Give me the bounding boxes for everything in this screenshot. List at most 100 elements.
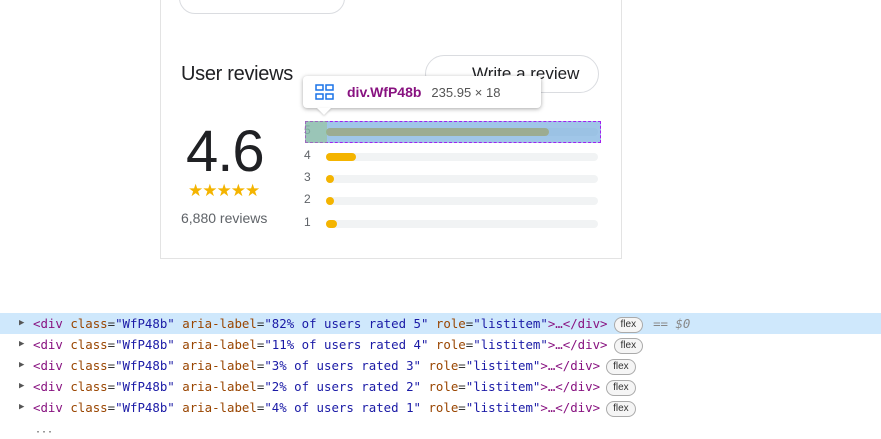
devtools-node-row[interactable]: ▶ <div class="WfP48b" aria-label="11% of … (0, 334, 881, 355)
devtools-tail: >…</div> (540, 358, 601, 373)
rating-bar-fill (326, 153, 356, 161)
devtools-val3: "listitem" (473, 337, 548, 352)
rating-bar-fill (326, 197, 334, 205)
inspector-tooltip: div.WfP48b 235.95 × 18 (303, 76, 541, 115)
devtools-attr1: class (70, 379, 108, 394)
devtools-attr2: aria-label (182, 400, 257, 415)
devtools-attr2: aria-label (182, 337, 257, 352)
expand-triangle-icon[interactable]: ▶ (19, 376, 24, 397)
devtools-separator: = (107, 358, 116, 373)
devtools-node-row[interactable]: ▶ <div class="WfP48b" aria-label="2% of u… (0, 376, 881, 397)
review-count: 6,880 reviews (181, 210, 268, 226)
grid-layout-icon (315, 84, 334, 100)
devtools-node-content: ▶ <div class="WfP48b" aria-label="4% of u… (19, 397, 636, 418)
rating-bar-row[interactable]: 3 (304, 170, 600, 185)
devtools-separator: = (458, 358, 466, 373)
devtools-attr3: role (435, 337, 466, 352)
average-rating: 4.6 (186, 119, 265, 184)
devtools-attr2: aria-label (182, 379, 257, 394)
rating-bar-label: 2 (304, 192, 311, 206)
devtools-separator: = (107, 400, 116, 415)
devtools-node-row[interactable]: ▶ <div class="WfP48b" aria-label="3% of u… (0, 355, 881, 376)
devtools-node-content: ▶ <div class="WfP48b" aria-label="2% of u… (19, 376, 636, 397)
rating-bar-track (326, 220, 598, 228)
devtools-elements-panel: ▶ <div class="WfP48b" aria-label="82% of … (0, 296, 881, 439)
devtools-attr1: class (70, 316, 108, 331)
inspector-padding-highlight (305, 121, 327, 143)
rating-bar-row[interactable]: 4 (304, 148, 600, 163)
devtools-tag-open: <div (33, 316, 63, 331)
flex-badge[interactable]: flex (606, 379, 636, 396)
devtools-attr3: role (428, 379, 459, 394)
devtools-tag-open: <div (33, 400, 63, 415)
inspector-highlight (305, 121, 601, 143)
devtools-separator: = (107, 337, 116, 352)
devtools-val1: "WfP48b" (115, 316, 175, 331)
devtools-separator: = (458, 400, 466, 415)
rating-bar-label: 3 (304, 170, 311, 184)
devtools-tail: >…</div> (547, 316, 608, 331)
expand-triangle-icon[interactable]: ▶ (19, 397, 24, 418)
devtools-attr3: role (428, 400, 459, 415)
devtools-val2: "82% of users rated 5" (264, 316, 429, 331)
devtools-val3: "listitem" (465, 358, 541, 373)
devtools-separator (428, 316, 435, 331)
devtools-val1: "WfP48b" (115, 358, 175, 373)
devtools-attr1: class (70, 400, 108, 415)
flex-badge[interactable]: flex (613, 337, 644, 354)
devtools-attr3: role (428, 358, 459, 373)
rating-bar-fill (326, 175, 335, 183)
rating-bar-track (326, 153, 598, 161)
rating-stars-icon: ★★★★★ (188, 181, 260, 200)
devtools-separator: = (107, 316, 116, 331)
inspector-element-size: 235.95 × 18 (431, 84, 501, 100)
devtools-val1: "WfP48b" (115, 400, 175, 415)
devtools-tail: >…</div> (540, 379, 601, 394)
previous-pill-button[interactable] (179, 0, 345, 14)
devtools-val3: "listitem" (473, 316, 548, 331)
devtools-attr2: aria-label (182, 316, 257, 331)
selected-node-marker: == $0 (653, 316, 691, 331)
expand-triangle-icon[interactable]: ▶ (19, 355, 24, 376)
devtools-tag-open: <div (33, 379, 63, 394)
devtools-attr1: class (70, 337, 108, 352)
rating-bar-row[interactable]: 1 (304, 215, 600, 230)
devtools-separator (428, 337, 435, 352)
devtools-separator: = (107, 379, 116, 394)
rating-bar-label: 4 (304, 148, 311, 162)
devtools-ellipsis: ··· (35, 427, 54, 438)
devtools-node-content: ▶ <div class="WfP48b" aria-label="3% of u… (19, 355, 636, 376)
devtools-attr3: role (435, 316, 466, 331)
devtools-attr2: aria-label (182, 358, 257, 373)
flex-badge[interactable]: flex (606, 358, 636, 375)
rating-bar-track (326, 175, 598, 183)
devtools-tail: >…</div> (540, 400, 601, 415)
devtools-node-row[interactable]: ▶ <div class="WfP48b" aria-label="82% of … (0, 313, 881, 334)
devtools-tag-open: <div (33, 337, 63, 352)
devtools-tail: >…</div> (547, 337, 608, 352)
devtools-node-row[interactable]: ▶ <div class="WfP48b" aria-label="4% of u… (0, 397, 881, 418)
devtools-cut-row (35, 296, 335, 301)
rating-bar-label: 1 (304, 215, 311, 229)
rating-bar-row[interactable]: 2 (304, 192, 600, 207)
devtools-tag-open: <div (33, 358, 63, 373)
devtools-attr1: class (70, 358, 108, 373)
devtools-val2: "2% of users rated 2" (264, 379, 421, 394)
devtools-separator: = (458, 379, 466, 394)
devtools-node-content: ▶ <div class="WfP48b" aria-label="82% of … (19, 313, 691, 334)
devtools-val1: "WfP48b" (115, 379, 175, 394)
flex-badge[interactable]: flex (613, 316, 644, 333)
devtools-val3: "listitem" (465, 379, 541, 394)
devtools-val2: "4% of users rated 1" (264, 400, 421, 415)
devtools-node-content: ▶ <div class="WfP48b" aria-label="11% of … (19, 334, 644, 355)
reviews-title: User reviews (181, 63, 293, 85)
devtools-val1: "WfP48b" (115, 337, 175, 352)
inspector-element-name: div.WfP48b (347, 84, 422, 100)
expand-triangle-icon[interactable]: ▶ (19, 313, 24, 334)
rating-bar-fill (326, 220, 337, 228)
expand-triangle-icon[interactable]: ▶ (19, 334, 24, 355)
flex-badge[interactable]: flex (606, 400, 636, 417)
devtools-val3: "listitem" (465, 400, 541, 415)
devtools-val2: "3% of users rated 3" (264, 358, 421, 373)
tooltip-arrow-icon (317, 108, 331, 115)
